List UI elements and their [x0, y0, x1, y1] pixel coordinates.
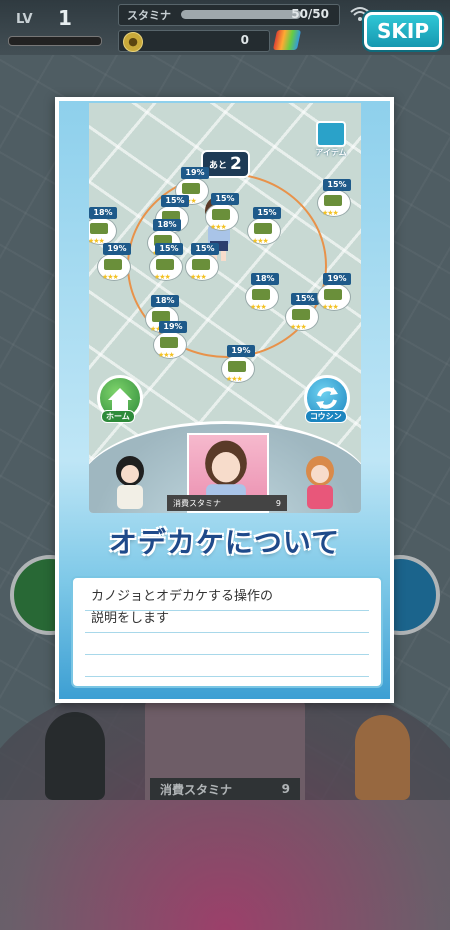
star-icons: ★★★	[158, 351, 175, 359]
message-rule	[85, 676, 369, 677]
item-label: アイテム	[315, 148, 347, 157]
stamina-display: スタミナ 50/50	[118, 4, 340, 26]
spot-marker-percent: 19%	[159, 321, 187, 333]
star-icons: ★★★	[102, 273, 119, 281]
star-icons: ★★★	[252, 237, 269, 245]
spot-marker: 19% ★★★	[153, 321, 187, 361]
spot-marker-percent: 18%	[151, 295, 179, 307]
spot-marker-percent: 18%	[153, 219, 181, 231]
message-box[interactable]: カノジョとオデカケする操作の 説明をします	[71, 576, 383, 688]
screenshot-stamina-label: 消費スタミナ	[173, 498, 221, 508]
spot-marker: 15% ★★★	[205, 193, 239, 233]
spot-marker-percent: 15%	[191, 243, 219, 255]
tutorial-dialog-body: アイテム あと 2 19%★★★15%★★★18%★★★15%★★★18%★★★…	[59, 101, 390, 699]
screenshot-stamina-bar: 消費スタミナ 9	[167, 495, 287, 511]
spot-marker-percent: 15%	[155, 243, 183, 255]
spot-marker-percent: 15%	[211, 193, 239, 205]
spot-marker-percent: 18%	[89, 207, 117, 219]
level-value: 1	[58, 6, 72, 30]
spot-marker-percent: 15%	[323, 179, 351, 191]
stamina-value: 50/50	[291, 7, 329, 21]
train-icon	[212, 209, 230, 220]
message-text: カノジョとオデカケする操作の 説明をします	[91, 589, 274, 626]
coin-value: 0	[240, 33, 249, 47]
koushin-label: コウシン	[305, 410, 347, 423]
train-icon	[156, 259, 174, 270]
train-icon	[292, 309, 310, 320]
spot-marker: 15% ★★★	[185, 243, 219, 283]
top-status-bar: LV 1 スタミナ 50/50 ● 0 SKIP	[0, 0, 450, 55]
spot-marker: 19% ★★★	[221, 345, 255, 385]
tutorial-dialog: アイテム あと 2 19%★★★15%★★★18%★★★15%★★★18%★★★…	[55, 97, 394, 703]
screenshot-stamina-value: 9	[275, 498, 281, 508]
spot-marker: 19% ★★★	[317, 273, 351, 313]
right-character-icon	[306, 456, 334, 509]
coin-display: ● 0	[118, 30, 270, 52]
train-icon	[192, 259, 210, 270]
stamina-label: スタミナ	[127, 9, 171, 22]
message-rule	[85, 654, 369, 655]
star-icons: ★★★	[250, 303, 267, 311]
stamina-bar	[181, 10, 301, 19]
spot-marker-percent: 19%	[323, 273, 351, 285]
stamina-bar-fill	[181, 10, 301, 19]
item-bag-icon	[316, 121, 346, 147]
train-icon	[182, 183, 200, 194]
train-icon	[90, 223, 108, 234]
experience-bar	[8, 36, 102, 46]
spot-marker-percent: 15%	[291, 293, 319, 305]
spot-marker-percent: 15%	[253, 207, 281, 219]
star-icons: ★★★	[190, 273, 207, 281]
star-icons: ★★★	[154, 273, 171, 281]
star-icons: ★★★	[290, 323, 307, 331]
spot-marker: 18%★★★	[89, 207, 117, 247]
spot-marker: 18% ★★★	[245, 273, 279, 313]
remaining-label: あと	[209, 160, 228, 171]
spot-marker: 19% ★★★	[97, 243, 131, 283]
skip-button[interactable]: SKIP	[364, 12, 442, 50]
left-character-icon	[116, 456, 144, 509]
spot-marker-percent: 19%	[103, 243, 131, 255]
spot-marker: 15% ★★★	[285, 293, 319, 333]
home-label: ホーム	[101, 410, 135, 423]
star-icons: ★★★	[226, 375, 243, 383]
tutorial-screenshot: アイテム あと 2 19%★★★15%★★★18%★★★15%★★★18%★★★…	[89, 103, 361, 513]
spot-marker-percent: 18%	[251, 273, 279, 285]
tutorial-title: オデカケについて	[108, 526, 341, 559]
coin-icon: ●	[123, 32, 143, 52]
spot-marker: 15% ★★★	[317, 179, 351, 219]
star-icons: ★★★	[322, 303, 339, 311]
star-icons: ★★★	[210, 223, 227, 231]
spot-marker: 15% ★★★	[247, 207, 281, 247]
spot-marker-percent: 19%	[181, 167, 209, 179]
spot-marker: 15% ★★★	[149, 243, 183, 283]
spot-marker-percent: 15%	[161, 195, 189, 207]
train-icon	[160, 337, 178, 348]
level-label: LV	[16, 12, 33, 27]
item-button: アイテム	[311, 121, 351, 158]
train-icon	[254, 223, 272, 234]
remaining-value: 2	[230, 154, 242, 174]
star-icons: ★★★	[322, 209, 339, 217]
train-icon	[324, 289, 342, 300]
train-icon	[228, 361, 246, 372]
ticket-icon[interactable]	[272, 30, 302, 50]
train-icon	[104, 259, 122, 270]
train-icon	[252, 289, 270, 300]
spot-marker-percent: 19%	[227, 345, 255, 357]
train-icon	[324, 195, 342, 206]
message-rule	[85, 632, 369, 633]
